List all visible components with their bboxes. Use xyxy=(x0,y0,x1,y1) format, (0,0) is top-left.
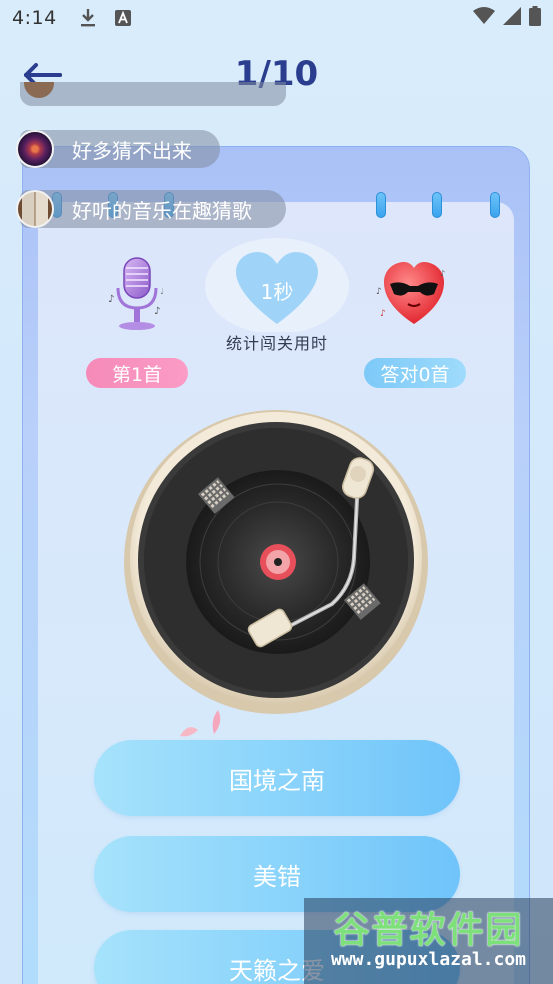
danmaku-bubble: 好多猜不出来 xyxy=(16,130,220,168)
svg-text:♪: ♪ xyxy=(376,287,382,297)
answer-option-1[interactable]: 国境之南 xyxy=(94,740,460,816)
svg-text:♪: ♪ xyxy=(154,306,160,317)
record-player xyxy=(122,408,430,716)
battery-icon xyxy=(529,5,541,31)
danmaku-text: 好多猜不出来 xyxy=(72,138,192,163)
petal-decoration xyxy=(180,710,221,737)
svg-text:♪: ♪ xyxy=(108,294,114,305)
timer-display: 1秒 统计闯关用时 xyxy=(204,236,350,353)
danmaku-bubble: 好听的音乐在趣猜歌 xyxy=(16,190,286,228)
site-watermark: 谷普软件园 www.gupuxlazal.com xyxy=(304,898,553,984)
binder-ring xyxy=(432,192,442,218)
timer-caption: 统计闯关用时 xyxy=(225,334,328,353)
status-time: 4:14 xyxy=(12,7,57,29)
current-song-badge: 第1首 xyxy=(86,358,188,388)
svg-text:♩: ♩ xyxy=(160,287,164,296)
danmaku-text: 好听的音乐在趣猜歌 xyxy=(72,198,252,223)
watermark-title: 谷普软件园 xyxy=(333,909,524,951)
binder-ring xyxy=(376,192,386,218)
status-bar: 4:14 xyxy=(0,0,553,36)
fireworks-avatar xyxy=(16,130,54,168)
svg-text:♪: ♪ xyxy=(440,269,445,278)
avatar xyxy=(24,82,54,98)
danmaku-bubble-partial xyxy=(20,82,286,106)
a-badge-icon xyxy=(114,10,131,26)
timer-value: 1秒 xyxy=(260,280,294,304)
heart-sunglasses-icon: ♪ ♪ ♪ xyxy=(376,254,452,334)
watermark-url: www.gupuxlazal.com xyxy=(330,949,527,971)
book-avatar xyxy=(16,190,54,228)
wifi-icon xyxy=(473,6,495,30)
download-icon xyxy=(79,8,97,28)
signal-icon xyxy=(503,6,521,30)
microphone-icon: ♪ ♪ ♩ xyxy=(104,254,170,336)
correct-count-badge: 答对0首 xyxy=(364,358,466,388)
binder-ring xyxy=(490,192,500,218)
svg-text:♪: ♪ xyxy=(380,309,386,319)
